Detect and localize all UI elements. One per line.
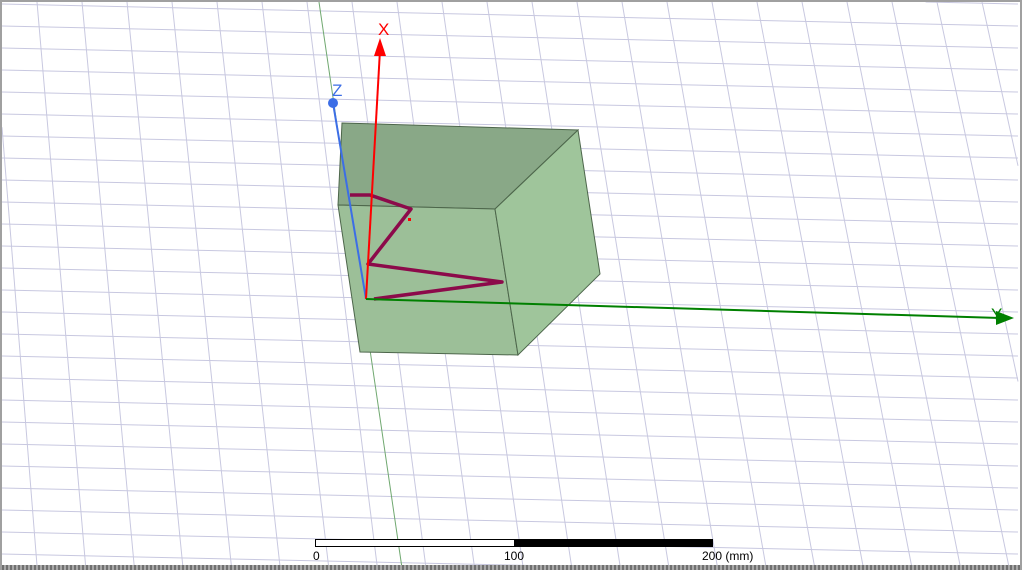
status-strip xyxy=(2,565,1020,570)
grid-line xyxy=(2,487,1019,511)
scale-bar xyxy=(315,539,713,547)
grid-line xyxy=(2,399,1019,423)
grid-line xyxy=(621,2,719,569)
grid-line xyxy=(171,2,233,569)
scene: Z X Y xyxy=(2,2,1019,569)
x-axis-label: X xyxy=(378,20,389,39)
grid-line xyxy=(2,377,1019,401)
marker xyxy=(408,218,411,221)
3d-modeler-viewport[interactable]: Z X Y 0 100 200 (mm) xyxy=(0,0,1022,570)
grid-line xyxy=(2,443,1019,467)
grid-line xyxy=(2,355,1019,379)
grid-line xyxy=(2,421,1019,445)
scale-tick-100: 100 xyxy=(504,549,525,563)
grid-line xyxy=(36,2,87,569)
y-axis-label: Y xyxy=(991,305,1002,324)
grid-line xyxy=(2,3,1019,27)
grid-line xyxy=(216,2,281,569)
grid-line xyxy=(2,25,1019,49)
scale-tick-0: 0 xyxy=(313,549,320,563)
grid-line xyxy=(2,47,1019,71)
grid-line xyxy=(801,2,913,569)
grid-line xyxy=(2,127,38,569)
grid-line xyxy=(846,2,962,569)
x-axis-arrow[interactable] xyxy=(374,38,386,56)
grid-line xyxy=(936,2,1019,382)
grid-line xyxy=(2,69,1019,93)
grid-line xyxy=(925,2,1019,5)
grid-line xyxy=(891,2,1010,569)
grid-line xyxy=(576,2,670,569)
scale-tick-200: 200 (mm) xyxy=(702,549,754,563)
grid-line xyxy=(2,509,1019,533)
z-axis-label: Z xyxy=(332,81,342,100)
grid-line xyxy=(666,2,767,569)
grid-line xyxy=(126,2,184,569)
grid-line xyxy=(81,2,135,569)
grid-line xyxy=(2,465,1019,489)
grid-line xyxy=(981,2,1019,166)
grid-line xyxy=(261,2,330,569)
